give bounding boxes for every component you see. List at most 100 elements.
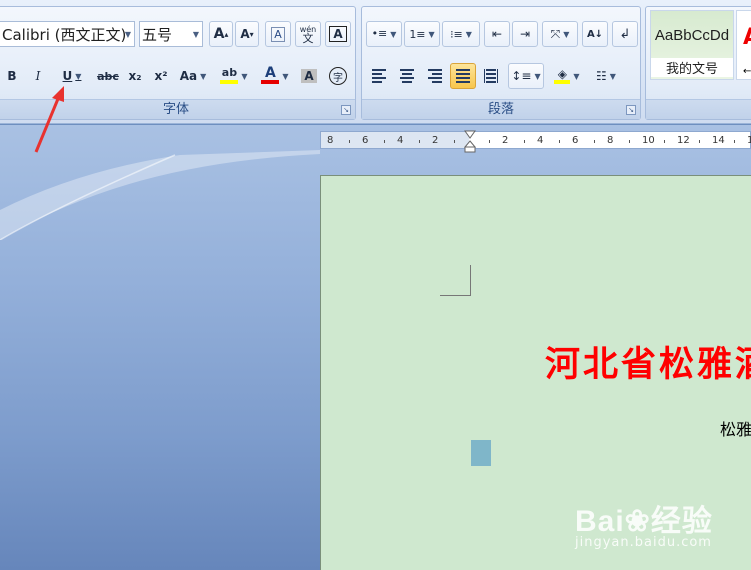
ruler-margin-shade (321, 132, 469, 148)
document-title[interactable]: 河北省松雅酒 (545, 336, 751, 387)
paragraph-group: •≡ ▼ 1≡ ▼ ⁝≡ ▼ ⇤ ⇥ ⤧ ▼ A↓ ↲ ↕≡ ▼ ◈ ▼ ☷ ▼… (361, 6, 641, 120)
borders-button[interactable]: ☷ ▼ (588, 63, 624, 89)
font-name-combo[interactable]: Calibri (西文正文) ▼ (0, 21, 135, 47)
align-right-icon (428, 69, 442, 83)
clear-format-button[interactable]: A (265, 21, 291, 47)
ruler-minor-tick (593, 140, 595, 143)
style-tile-my-style[interactable]: AaBbCcDd 我的文号 (650, 10, 734, 80)
ruler-minor-tick (383, 140, 385, 143)
multilevel-list-icon: ⁝≡ (450, 27, 463, 41)
font-color-label: A (265, 65, 276, 81)
align-left-icon (372, 69, 386, 83)
chevron-down-icon: ▼ (563, 29, 570, 39)
multilevel-list-button[interactable]: ⁝≡ ▼ (442, 21, 480, 47)
increase-indent-button[interactable]: ⇥ (512, 21, 538, 47)
chevron-down-icon: ▼ (192, 30, 199, 39)
align-center-icon (400, 69, 414, 83)
styles-group-label (646, 99, 751, 119)
highlight-button[interactable]: ab ▼ (215, 63, 253, 89)
font-size-combo[interactable]: 五号 ▼ (139, 21, 203, 47)
strikethrough-button[interactable]: abc (95, 63, 121, 89)
chevron-down-icon: ▼ (124, 30, 131, 39)
watermark-url: jingyan.baidu.com (575, 535, 712, 550)
chevron-down-icon: ▼ (241, 71, 248, 81)
enclose-char-button[interactable]: 字 (325, 63, 351, 89)
font-size-value: 五号 (142, 25, 173, 44)
dialog-launcher-icon[interactable]: ↘ (626, 105, 636, 115)
show-marks-button[interactable]: ↲ (612, 21, 638, 47)
enclose-char-icon: 字 (329, 67, 347, 85)
phonetic-guide-button[interactable]: wén 文 (295, 21, 321, 47)
indent-marker-icon[interactable] (464, 127, 476, 153)
change-case-label: Aa (179, 69, 198, 83)
decrease-indent-button[interactable]: ⇤ (484, 21, 510, 47)
paragraph-mark-icon: ↲ (619, 26, 631, 42)
baidu-jingyan-watermark: Bai❀经验 jingyan.baidu.com (575, 488, 751, 558)
style-gallery: AaBbCcDd 我的文号 A ← (650, 10, 751, 80)
ruler-tick-label: 8 (327, 135, 334, 146)
shading-button[interactable]: ◈ ▼ (548, 63, 586, 89)
ruler-tick-label: 2 (432, 135, 439, 146)
shrink-font-button[interactable]: A ▾ (235, 21, 259, 47)
ruler-minor-tick (733, 140, 735, 143)
ruler-minor-tick (698, 140, 700, 143)
char-border-button[interactable]: A (325, 21, 351, 47)
underline-label: U (62, 69, 73, 83)
highlight-color-bar (220, 80, 239, 84)
align-center-button[interactable] (394, 63, 420, 89)
subscript-button[interactable]: x₂ (123, 63, 147, 89)
ruler-minor-tick (523, 140, 525, 143)
paint-bucket-icon: ◈ (554, 68, 571, 84)
font-color-button[interactable]: A ▼ (257, 63, 293, 89)
clear-format-icon: A (271, 26, 285, 42)
background-swoosh (0, 150, 320, 240)
ruler-minor-tick (488, 140, 490, 143)
superscript-label: x² (154, 69, 168, 83)
bold-label: B (7, 69, 17, 83)
justify-icon (456, 69, 470, 83)
style-sample-text: AaBbCcDd (654, 27, 730, 44)
sort-button[interactable]: A↓ (582, 21, 608, 47)
borders-icon: ☷ (596, 69, 607, 83)
line-spacing-icon: ↕≡ (511, 69, 532, 83)
distributed-icon (484, 69, 498, 83)
ruler-minor-tick (558, 140, 560, 143)
char-shading-button[interactable]: A (297, 63, 321, 89)
font-name-value: Calibri (西文正文) (2, 25, 127, 44)
numbering-button[interactable]: 1≡ ▼ (404, 21, 440, 47)
line-spacing-button[interactable]: ↕≡ ▼ (508, 63, 544, 89)
numbering-icon: 1≡ (409, 27, 426, 41)
shrink-font-icon: A (240, 27, 250, 41)
superscript-button[interactable]: x² (149, 63, 173, 89)
ruler-minor-tick (348, 140, 350, 143)
font-color-bar (261, 80, 280, 84)
chinese-layout-icon: ⤧ (550, 26, 561, 41)
increase-indent-icon: ⇥ (519, 27, 531, 41)
dialog-launcher-icon[interactable]: ↘ (341, 105, 351, 115)
arrow-left-icon: ← (743, 66, 751, 77)
ruler-tick-label: 12 (677, 135, 690, 146)
distributed-button[interactable] (478, 63, 504, 89)
chinese-layout-button[interactable]: ⤧ ▼ (542, 21, 578, 47)
chevron-down-icon: ▼ (200, 71, 207, 81)
highlight-label: ab (221, 66, 238, 79)
align-left-button[interactable] (366, 63, 392, 89)
document-subtitle[interactable]: 松雅 (720, 416, 751, 440)
ruler-tick-label: 8 (607, 135, 614, 146)
chevron-down-icon: ▼ (390, 29, 397, 39)
strikethrough-label: abc (97, 69, 119, 83)
ruler-tick-label: 2 (502, 135, 509, 146)
change-case-button[interactable]: Aa ▼ (175, 63, 211, 89)
shading-color-bar (554, 79, 571, 84)
ruler-minor-tick (418, 140, 420, 143)
align-right-button[interactable] (422, 63, 448, 89)
grow-font-button[interactable]: A ▴ (209, 21, 233, 47)
char-border-icon: A (329, 26, 347, 42)
ruler-tick-label: 4 (397, 135, 404, 146)
bold-button[interactable]: B (1, 63, 23, 89)
bullets-button[interactable]: •≡ ▼ (366, 21, 402, 47)
ruler-tick-label: 10 (642, 135, 655, 146)
justify-button[interactable] (450, 63, 476, 89)
horizontal-ruler[interactable]: 8 6 4 2 2 4 6 8 10 12 14 16 (320, 131, 751, 149)
style-tile-next[interactable]: A ← (736, 10, 751, 80)
